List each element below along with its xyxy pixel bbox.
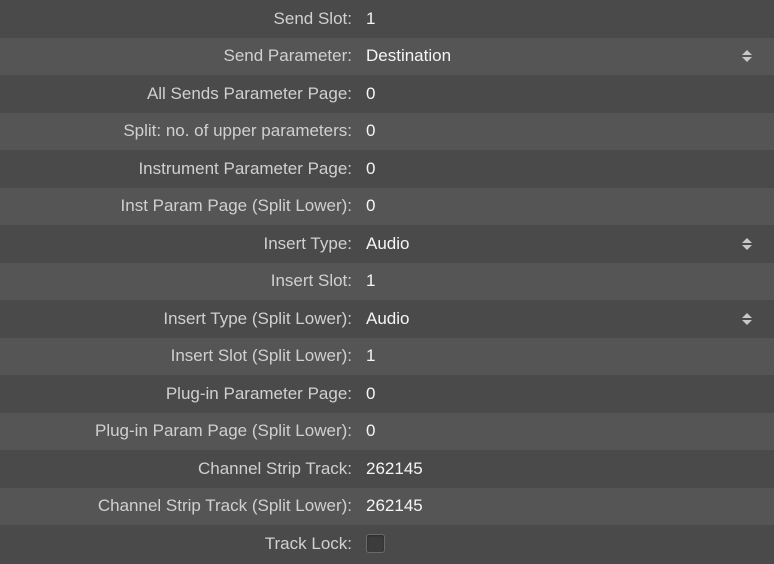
- parameter-label: Send Slot:: [0, 9, 358, 29]
- parameter-row-track-lock: Track Lock:: [0, 525, 774, 563]
- parameter-label: Plug-in Param Page (Split Lower):: [0, 421, 358, 441]
- parameter-row-split-no-of-upper-parameters: Split: no. of upper parameters:0: [0, 113, 774, 151]
- parameter-value[interactable]: Audio: [358, 234, 774, 254]
- parameter-row-plug-in-parameter-page: Plug-in Parameter Page:0: [0, 375, 774, 413]
- parameter-label: Instrument Parameter Page:: [0, 159, 358, 179]
- parameter-label: Split: no. of upper parameters:: [0, 121, 358, 141]
- chevron-updown-icon[interactable]: [742, 47, 754, 65]
- parameter-value[interactable]: 1: [358, 9, 774, 29]
- parameter-label: Plug-in Parameter Page:: [0, 384, 358, 404]
- parameter-row-insert-slot: Insert Slot:1: [0, 263, 774, 301]
- parameter-row-send-slot: Send Slot:1: [0, 0, 774, 38]
- parameter-value[interactable]: 0: [358, 196, 774, 216]
- parameter-value[interactable]: 262145: [358, 496, 774, 516]
- parameter-row-channel-strip-track-split-lower: Channel Strip Track (Split Lower):262145: [0, 488, 774, 526]
- parameter-label: Channel Strip Track (Split Lower):: [0, 496, 358, 516]
- parameter-row-channel-strip-track: Channel Strip Track:262145: [0, 450, 774, 488]
- parameter-row-plug-in-param-page-split-lower: Plug-in Param Page (Split Lower):0: [0, 413, 774, 451]
- parameter-value[interactable]: 262145: [358, 459, 774, 479]
- track-lock-checkbox[interactable]: [366, 534, 385, 553]
- parameter-row-insert-slot-split-lower: Insert Slot (Split Lower):1: [0, 338, 774, 376]
- parameter-row-insert-type-split-lower: Insert Type (Split Lower):Audio: [0, 300, 774, 338]
- parameter-row-send-parameter: Send Parameter:Destination: [0, 38, 774, 76]
- parameter-value[interactable]: 0: [358, 84, 774, 104]
- parameter-label: Insert Type (Split Lower):: [0, 309, 358, 329]
- parameter-label: Insert Type:: [0, 234, 358, 254]
- parameter-value[interactable]: 0: [358, 421, 774, 441]
- parameter-list: Send Slot:1Send Parameter:DestinationAll…: [0, 0, 774, 563]
- chevron-updown-icon[interactable]: [742, 235, 754, 253]
- parameter-value[interactable]: 0: [358, 159, 774, 179]
- parameter-label: Insert Slot (Split Lower):: [0, 346, 358, 366]
- parameter-value[interactable]: Destination: [358, 46, 774, 66]
- parameter-row-all-sends-parameter-page: All Sends Parameter Page:0: [0, 75, 774, 113]
- parameter-label: Inst Param Page (Split Lower):: [0, 196, 358, 216]
- parameter-value[interactable]: 0: [358, 121, 774, 141]
- parameter-label: Insert Slot:: [0, 271, 358, 291]
- parameter-value[interactable]: 0: [358, 384, 774, 404]
- parameter-label: Track Lock:: [0, 534, 358, 554]
- parameter-label: All Sends Parameter Page:: [0, 84, 358, 104]
- parameter-label: Send Parameter:: [0, 46, 358, 66]
- parameter-row-inst-param-page-split-lower: Inst Param Page (Split Lower):0: [0, 188, 774, 226]
- chevron-updown-icon[interactable]: [742, 310, 754, 328]
- parameter-value[interactable]: Audio: [358, 309, 774, 329]
- parameter-value[interactable]: 1: [358, 346, 774, 366]
- parameter-row-insert-type: Insert Type:Audio: [0, 225, 774, 263]
- parameter-row-instrument-parameter-page: Instrument Parameter Page:0: [0, 150, 774, 188]
- parameter-label: Channel Strip Track:: [0, 459, 358, 479]
- parameter-value[interactable]: 1: [358, 271, 774, 291]
